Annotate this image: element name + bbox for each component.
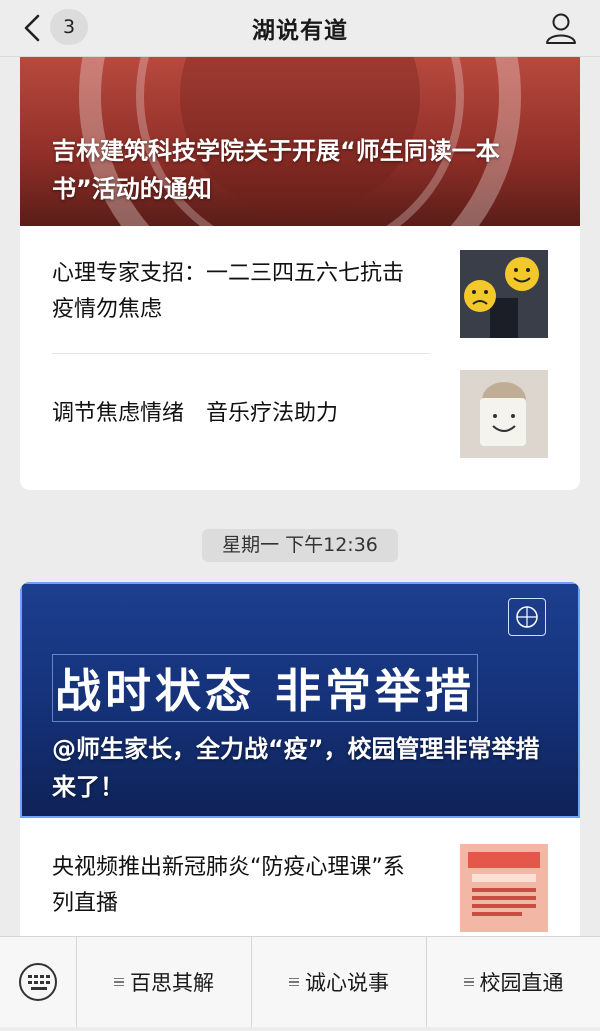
poster-thumbnail (460, 844, 548, 932)
keyboard-icon (19, 963, 57, 1001)
article-title: 调节焦虑情绪 音乐疗法助力 (52, 401, 339, 426)
bottom-menu-bar: 百思其解 诚心说事 校园直通 (0, 936, 600, 1027)
menu-item[interactable]: 校园直通 (427, 937, 600, 1027)
menu-lines-icon (463, 976, 474, 989)
hero-headline-graphic: 战时状态 非常举措 (52, 654, 552, 722)
menu-item-label: 校园直通 (479, 971, 564, 995)
menu-lines-icon (289, 976, 299, 989)
hero-caption: 吉林建筑科技学院关于开展“师生同读一本书”活动的通知 (52, 137, 500, 203)
message-timestamp: 星期一 下午12:36 (202, 529, 398, 562)
user-profile-icon[interactable] (544, 11, 578, 45)
menu-item-label: 百思其解 (130, 971, 214, 995)
article-card[interactable]: 吉林建筑科技学院关于开展“师生同读一本书”活动的通知 心理专家支招：一二三四五六… (20, 56, 580, 490)
list-item[interactable]: 调节焦虑情绪 音乐疗法助力 (20, 354, 580, 482)
list-item[interactable]: 心理专家支招：一二三四五六七抗击疫情勿焦虑 (20, 226, 580, 354)
smiley-faces-thumbnail (460, 250, 548, 338)
hero-caption: @师生家长，全力战“疫”，校园管理非常举措来了！ (52, 735, 540, 801)
hero-article[interactable]: 战时状态 非常举措 @师生家长，全力战“疫”，校园管理非常举措来了！ (20, 582, 580, 818)
menu-lines-icon (114, 976, 124, 989)
hero-article[interactable]: 吉林建筑科技学院关于开展“师生同读一本书”活动的通知 (20, 56, 580, 226)
page-title: 湖说有道 (252, 18, 348, 44)
list-item[interactable]: 央视频推出新冠肺炎“防疫心理课”系列直播 (20, 818, 580, 948)
smiling-mask-thumbnail (460, 370, 548, 458)
article-title: 央视频推出新冠肺炎“防疫心理课”系列直播 (52, 855, 405, 916)
menu-item-label: 诚心说事 (305, 971, 389, 995)
channel-logo-icon (508, 598, 546, 636)
article-title: 心理专家支招：一二三四五六七抗击疫情勿焦虑 (52, 261, 405, 322)
menu-item[interactable]: 诚心说事 (252, 937, 427, 1027)
keyboard-toggle-button[interactable] (0, 937, 77, 1027)
menu-item[interactable]: 百思其解 (77, 937, 252, 1027)
unread-count-badge[interactable]: 3 (50, 9, 88, 45)
back-arrow-icon[interactable] (18, 13, 46, 43)
hero-headline-text: 战时状态 非常举措 (52, 654, 479, 722)
top-nav-bar: 3 湖说有道 (0, 0, 600, 57)
